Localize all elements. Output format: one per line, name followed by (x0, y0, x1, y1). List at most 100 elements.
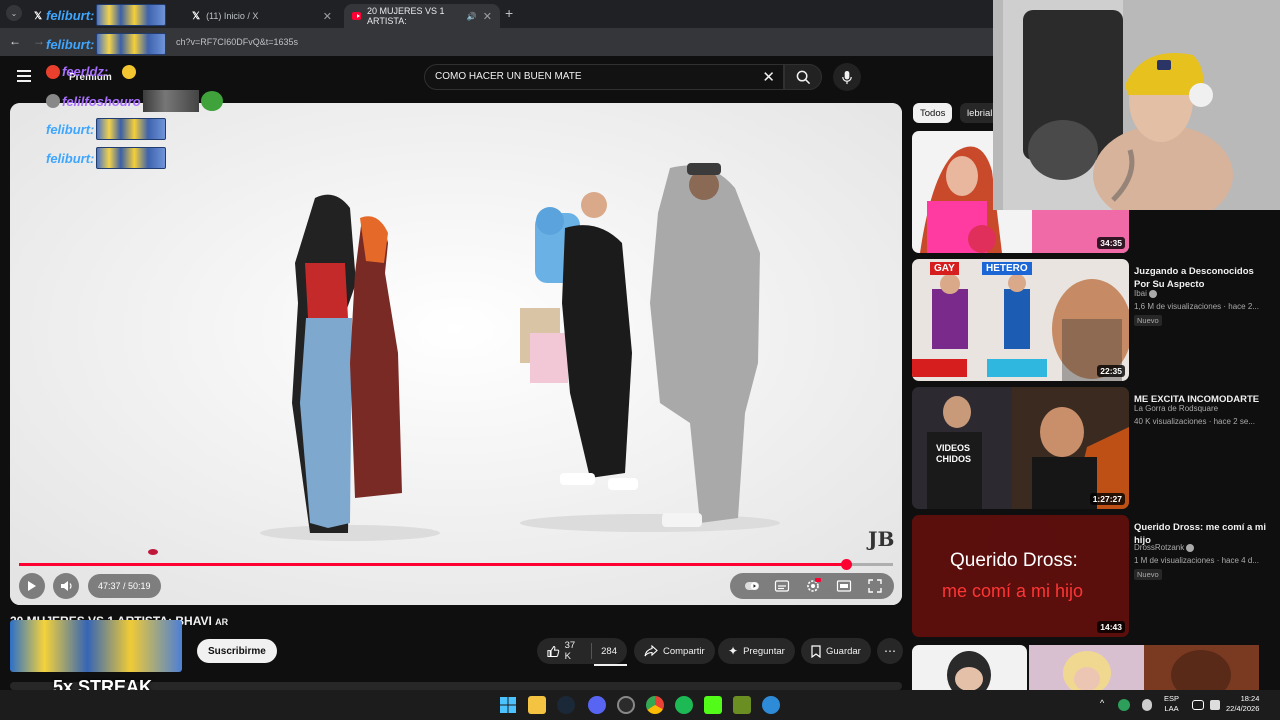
spotify-icon[interactable] (675, 696, 693, 714)
voice-search-button[interactable] (833, 63, 861, 91)
youtube-icon (352, 12, 362, 20)
tab-youtube-active[interactable]: 20 MUJERES VS 1 ARTISTA: 🔊 ✕ (344, 4, 500, 28)
chip-todos[interactable]: Todos (913, 103, 953, 123)
tray-microphone-icon[interactable] (1142, 699, 1152, 711)
streamer-webcam (993, 0, 1280, 210)
share-icon (644, 645, 658, 657)
channel-name[interactable]: Ibai (1134, 289, 1158, 298)
minions-emote-icon (96, 147, 167, 169)
channel-watermark-logo[interactable]: JB (868, 527, 894, 551)
recommended-video[interactable]: GAY HETERO 22:35 Juzgando a Desconocidos… (912, 259, 1272, 383)
thumbnail-image (912, 515, 1129, 637)
input-language[interactable]: ESP LAA (1164, 694, 1179, 714)
subscribe-button[interactable]: Suscribirme (197, 639, 277, 663)
app-icon[interactable] (762, 696, 780, 714)
laughing-emote-icon (122, 64, 137, 79)
more-actions-button[interactable]: ⋯ (877, 638, 903, 664)
video-title[interactable]: Juzgando a Desconocidos Por Su Aspecto (1134, 265, 1272, 291)
sparkle-icon: ✦ (728, 644, 739, 658)
like-button[interactable]: 37 K (547, 640, 582, 662)
thumbnail-label: CHIDOS (936, 454, 972, 464)
video-thumbnail[interactable]: Querido Dross: me comí a mi hijo 14:43 (912, 515, 1129, 637)
thumbnail-label: me comí a mi hijo (942, 581, 1084, 601)
close-icon[interactable]: ✕ (762, 68, 775, 86)
tray-app-icon[interactable] (1118, 699, 1130, 711)
video-player[interactable]: JB 47:37 / 50:19 (10, 103, 902, 605)
video-thumbnail[interactable] (1029, 645, 1259, 700)
time-display: 47:37 / 50:19 (88, 574, 161, 598)
ask-button[interactable]: ✦ Preguntar (718, 638, 795, 664)
play-button[interactable] (19, 573, 45, 599)
share-button[interactable]: Compartir (634, 638, 715, 664)
play-icon (28, 581, 36, 591)
settings-gear-icon[interactable] (805, 578, 821, 594)
video-thumbnail[interactable]: GAY HETERO 22:35 (912, 259, 1129, 381)
video-duration: 34:35 (1097, 237, 1125, 249)
new-badge: Nuevo (1134, 569, 1162, 580)
url-text[interactable]: ch?v=RF7CI60DFvQ&t=1635s (176, 37, 298, 47)
tray-volume-icon[interactable] (1210, 700, 1220, 710)
channel-name[interactable]: La Gorra de Rodsquare (1134, 404, 1218, 413)
kick-icon[interactable] (704, 696, 722, 714)
tab-x-home[interactable]: 𝕏 (11) Inicio / X ✕ (184, 4, 340, 28)
back-arrow-icon[interactable]: ← (9, 34, 21, 48)
discord-icon[interactable] (588, 696, 606, 714)
thumbnail-image (912, 259, 1129, 381)
search-button[interactable] (784, 64, 822, 90)
search-input[interactable]: COMO HACER UN BUEN MATE ✕ (424, 64, 784, 90)
volume-button[interactable] (53, 573, 79, 599)
thumbnail-image (1029, 645, 1259, 700)
menu-icon[interactable] (17, 70, 31, 82)
close-tab-icon[interactable]: ✕ (483, 10, 492, 23)
volume-icon (60, 581, 72, 591)
chip-label: lebrial (967, 107, 993, 119)
steam-icon[interactable] (557, 696, 575, 714)
channel-name[interactable]: DrossRotzank (1134, 543, 1195, 552)
obs-icon[interactable] (617, 696, 635, 714)
ask-label: Preguntar (743, 645, 785, 657)
thumbs-up-icon (547, 645, 560, 657)
thumbnail-label: GAY (930, 262, 959, 275)
tray-display-icon[interactable] (1192, 700, 1204, 710)
thumbnail-label: VIDEOS (936, 443, 971, 453)
close-tab-icon[interactable]: ✕ (323, 10, 332, 23)
new-tab-button[interactable]: + (505, 5, 513, 21)
recommended-video[interactable]: Querido Dross: me comí a mi hijo 14:43 Q… (912, 515, 1272, 639)
video-thumbnail[interactable]: VIDEOS CHIDOS 1:27:27 (912, 387, 1129, 509)
subtitles-icon[interactable] (774, 578, 790, 594)
frog-emote-icon (200, 91, 223, 111)
dislike-count[interactable]: 284 (601, 646, 617, 657)
save-button[interactable]: Guardar (801, 638, 871, 664)
system-clock[interactable]: 18:24 22/4/2026 (1226, 694, 1259, 714)
video-thumbnail[interactable] (912, 645, 1027, 699)
minecraft-icon[interactable] (733, 696, 751, 714)
recommended-video[interactable]: VIDEOS CHIDOS 1:27:27 ME EXCITA INCOMODA… (912, 387, 1272, 511)
progress-bar[interactable] (19, 559, 893, 570)
fullscreen-icon[interactable] (867, 578, 883, 594)
progress-scrubber-handle[interactable] (840, 559, 852, 570)
video-title-suffix: AR (215, 617, 229, 627)
progress-bar-played (19, 563, 846, 566)
minions-emote-icon (96, 33, 167, 55)
chat-message: feliburt: (46, 33, 167, 55)
miniplayer-icon[interactable] (836, 578, 852, 594)
video-frame (10, 103, 902, 605)
video-duration: 22:35 (1097, 365, 1125, 377)
chrome-icon[interactable] (646, 696, 664, 714)
bookmark-icon (811, 644, 821, 658)
file-explorer-icon[interactable] (528, 696, 546, 714)
keyboard-layout: LAA (1164, 704, 1179, 713)
chat-username: feliburt: (46, 121, 95, 137)
clock-date: 22/4/2026 (1226, 704, 1260, 713)
x-logo-icon: 𝕏 (34, 10, 43, 22)
time-display-text: 47:37 / 50:19 (98, 581, 151, 591)
autoplay-toggle-icon[interactable] (744, 578, 760, 594)
forward-arrow-icon[interactable]: → (33, 34, 45, 48)
windows-taskbar: ^ (0, 690, 1280, 720)
tray-chevron-icon[interactable]: ^ (1100, 698, 1104, 708)
audio-playing-icon[interactable]: 🔊 (467, 12, 477, 21)
player-controls-right (730, 573, 894, 599)
tab-search-button[interactable]: ⌄ (6, 5, 22, 21)
chat-message: feerldz: (46, 64, 137, 79)
windows-start-icon[interactable] (499, 696, 517, 714)
